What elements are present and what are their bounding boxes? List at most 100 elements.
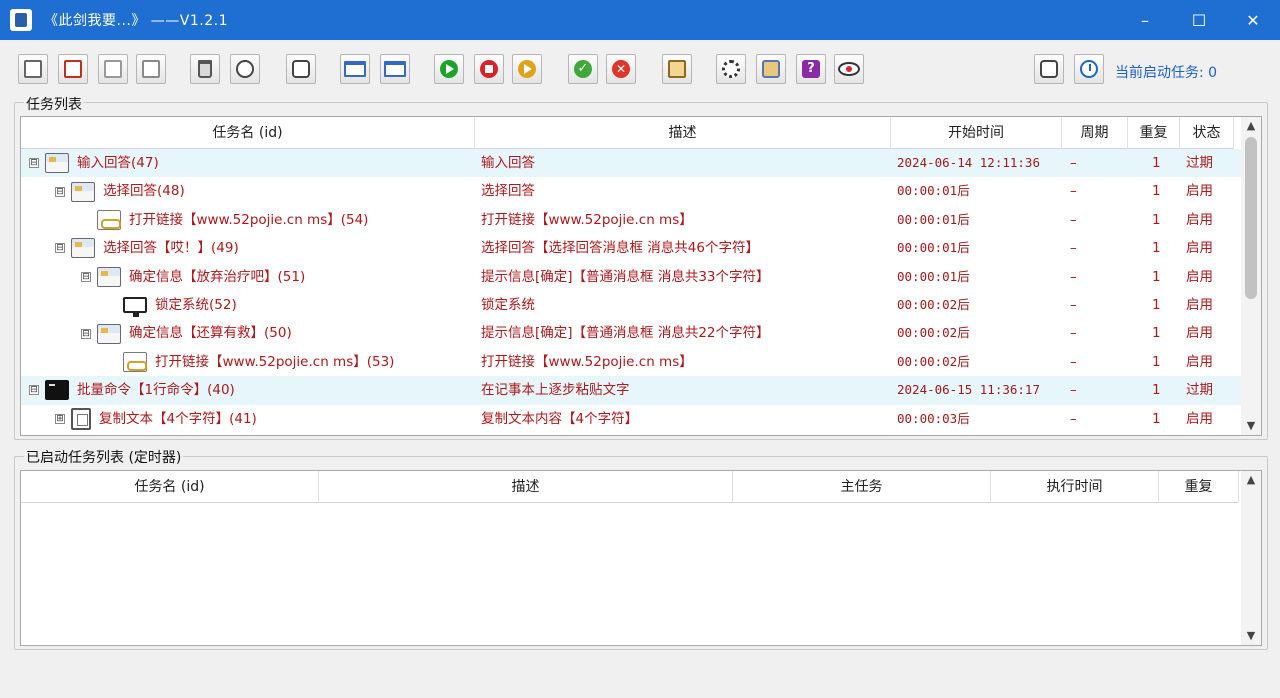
- table-row[interactable]: 打开链接【www.52pojie.cn ms】(53) 打开链接【www.52po…: [21, 348, 1243, 376]
- table-row[interactable]: 打开链接【www.52pojie.cn ms】(54) 打开链接【www.52po…: [21, 206, 1243, 234]
- table-row[interactable]: ⊟ 输入回答(47) 输入回答 2024-06-14 12:11:36 – 1 过期: [21, 149, 1243, 178]
- notes-button[interactable]: [662, 54, 692, 84]
- task-tree-grid[interactable]: 任务名 (id) 描述 开始时间 周期 重复 状态 ⊟ 输入回答(47) 输入回答 2…: [20, 116, 1262, 436]
- disable-button[interactable]: ✕: [606, 54, 636, 84]
- running-task-grid[interactable]: 任务名 (id) 描述 主任务 执行时间 重复 ▲ ▼: [20, 470, 1262, 646]
- running-list-label: 已启动任务列表 (定时器): [24, 447, 184, 467]
- timer-button[interactable]: [1074, 54, 1104, 84]
- tree-toggle-icon[interactable]: ⊞: [55, 413, 65, 424]
- task-name: 选择回答【哎！】(49): [103, 240, 239, 257]
- start-button[interactable]: [434, 54, 464, 84]
- dialog-icon: [97, 266, 121, 287]
- stop-button[interactable]: [474, 54, 504, 84]
- task-desc: 锁定系统: [481, 296, 535, 313]
- task-name: 选择回答(48): [103, 183, 185, 200]
- edit-task-icon: [142, 60, 160, 78]
- column-header-repeat[interactable]: 重复: [1128, 117, 1180, 149]
- task-name-cell: ⊟ 选择回答(48): [21, 177, 475, 205]
- edit-task-button[interactable]: [136, 54, 166, 84]
- close-button[interactable]: ✕: [1226, 0, 1280, 40]
- copy-task-button[interactable]: [98, 54, 128, 84]
- task-tree-scrollbar[interactable]: ▲ ▼: [1241, 117, 1261, 435]
- tree-toggle-icon[interactable]: ⊟: [55, 186, 65, 197]
- scroll-down-icon[interactable]: ▼: [1241, 417, 1261, 435]
- move-task-button[interactable]: [230, 54, 260, 84]
- new-task-icon: [24, 60, 42, 78]
- table-row[interactable]: ⊟ 确定信息【放弃治疗吧】(51) 提示信息[确定]【普通消息框 消息共33个字符】…: [21, 263, 1243, 291]
- scroll-up-icon[interactable]: ▲: [1241, 471, 1261, 489]
- column-header-name[interactable]: 任务名 (id): [21, 471, 319, 503]
- task-cycle: –: [1070, 183, 1077, 200]
- task-name: 打开链接【www.52pojie.cn ms】(54): [129, 211, 369, 228]
- window-large-button[interactable]: [380, 54, 410, 84]
- play-icon: [440, 60, 458, 78]
- column-header-cycle[interactable]: 周期: [1062, 117, 1128, 149]
- tree-toggle-icon[interactable]: ⊟: [81, 271, 91, 282]
- task-cycle: –: [1070, 325, 1077, 342]
- window-small-button[interactable]: [340, 54, 370, 84]
- help-icon: ?: [802, 60, 820, 78]
- tree-toggle-icon[interactable]: ⊟: [81, 328, 91, 339]
- task-start-time: 00:00:01后: [897, 183, 970, 199]
- column-header-start[interactable]: 开始时间: [891, 117, 1062, 149]
- clipboard-icon: [668, 60, 686, 78]
- task-repeat: 1: [1152, 240, 1161, 257]
- cancel-icon: ✕: [612, 60, 630, 78]
- table-row[interactable]: ⊟ 确定信息【还算有救】(50) 提示信息[确定]【普通消息框 消息共22个字符】 0…: [21, 319, 1243, 347]
- task-name: 输入回答(47): [77, 155, 159, 171]
- table-row[interactable]: ⊞ 复制文本【4个字符】(41) 复制文本内容【4个字符】 00:00:03后 – 1 启用: [21, 405, 1243, 433]
- column-header-desc[interactable]: 描述: [475, 117, 891, 149]
- table-row[interactable]: 锁定系统(52) 锁定系统 00:00:02后 – 1 启用: [21, 291, 1243, 319]
- column-header-repeat[interactable]: 重复: [1159, 471, 1239, 503]
- task-desc: 在记事本上逐步粘贴文字: [481, 382, 630, 399]
- task-start-time: 00:00:02后: [897, 325, 970, 341]
- column-header-main-task[interactable]: 主任务: [733, 471, 991, 503]
- minimize-button[interactable]: –: [1118, 0, 1172, 40]
- window-controls: – ☐ ✕: [1118, 0, 1280, 40]
- column-header-exec-time[interactable]: 执行时间: [991, 471, 1159, 503]
- image-button[interactable]: [756, 54, 786, 84]
- running-task-header: 任务名 (id) 描述 主任务 执行时间 重复: [21, 471, 1239, 503]
- new-task-button[interactable]: [18, 54, 48, 84]
- task-name-cell: ⊟ 批量命令【1行命令】(40): [21, 376, 475, 404]
- eye-icon: [838, 62, 860, 76]
- running-task-scrollbar[interactable]: ▲ ▼: [1241, 471, 1261, 645]
- refresh-icon: [292, 60, 310, 78]
- task-status: 过期: [1186, 382, 1213, 399]
- copy-task-icon: [104, 60, 122, 78]
- table-row[interactable]: ⊟ 选择回答(48) 选择回答 00:00:01后 – 1 启用: [21, 177, 1243, 205]
- maximize-button[interactable]: ☐: [1172, 0, 1226, 40]
- task-cycle: –: [1070, 268, 1077, 285]
- scroll-up-icon[interactable]: ▲: [1241, 117, 1261, 135]
- column-header-status[interactable]: 状态: [1180, 117, 1234, 149]
- view-button[interactable]: [834, 54, 864, 84]
- tree-toggle-icon[interactable]: ⊟: [29, 385, 39, 396]
- resume-button[interactable]: [512, 54, 542, 84]
- add-subtask-button[interactable]: [58, 54, 88, 84]
- stop-icon: [480, 60, 498, 78]
- task-name: 复制文本【4个字符】(41): [99, 410, 257, 427]
- scroll-thumb[interactable]: [1245, 137, 1257, 299]
- task-status: 启用: [1186, 296, 1213, 313]
- settings-button[interactable]: [716, 54, 746, 84]
- enable-button[interactable]: ✓: [568, 54, 598, 84]
- tree-toggle-icon[interactable]: ⊟: [29, 158, 39, 169]
- task-cycle: –: [1070, 410, 1077, 427]
- task-name-cell: ⊞ 复制文本【4个字符】(41): [21, 405, 475, 433]
- help-button[interactable]: ?: [796, 54, 826, 84]
- task-repeat: 1: [1152, 325, 1161, 342]
- task-status: 过期: [1186, 155, 1213, 171]
- column-header-name[interactable]: 任务名 (id): [21, 117, 475, 149]
- capture-button[interactable]: [1034, 54, 1064, 84]
- task-name: 确定信息【还算有救】(50): [129, 325, 292, 342]
- task-status: 启用: [1186, 268, 1213, 285]
- scroll-down-icon[interactable]: ▼: [1241, 627, 1261, 645]
- table-row[interactable]: ⊟ 选择回答【哎！】(49) 选择回答【选择回答消息框 消息共46个字符】 00:00…: [21, 234, 1243, 262]
- stopwatch-icon: [1080, 60, 1098, 78]
- table-row[interactable]: ⊟ 批量命令【1行命令】(40) 在记事本上逐步粘贴文字 2024-06-15 11:…: [21, 376, 1243, 405]
- tree-toggle-icon[interactable]: ⊟: [55, 243, 65, 254]
- gear-icon: [722, 60, 740, 78]
- refresh-button[interactable]: [286, 54, 316, 84]
- column-header-desc[interactable]: 描述: [319, 471, 733, 503]
- delete-task-button[interactable]: [190, 54, 220, 84]
